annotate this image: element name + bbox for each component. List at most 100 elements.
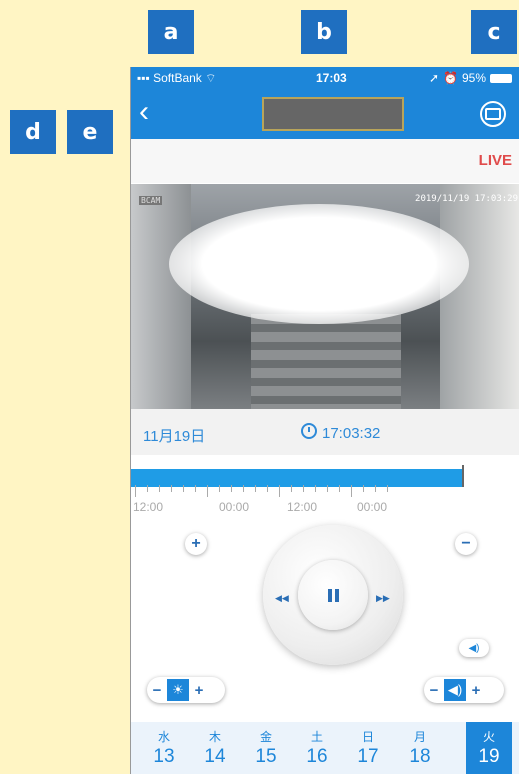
- date-strip: 火12水13木14金15土16日17月18火19: [131, 722, 519, 774]
- battery-indicator: ➚ ⏰ 95%: [429, 71, 512, 85]
- camera-live-view[interactable]: BCAM 2019/11/19 17:03:29: [131, 184, 519, 409]
- callout-c: c: [471, 10, 517, 54]
- calendar-day[interactable]: 火12: [131, 722, 141, 774]
- phone-screen: ▪▪▪ SoftBank ⌔ 17:03 ➚ ⏰ 95% ‹ LIVE BCAM…: [130, 67, 519, 774]
- timeline-tick: [387, 485, 388, 492]
- header-bar: ‹: [131, 89, 519, 139]
- brightness-minus-button[interactable]: −: [147, 682, 167, 699]
- timeline-tick: [291, 485, 292, 492]
- pause-button[interactable]: [298, 560, 368, 630]
- calendar-day[interactable]: 水 13: [141, 722, 187, 774]
- zoom-in-button[interactable]: +: [185, 533, 207, 555]
- calendar-day[interactable]: 日 17: [345, 722, 391, 774]
- pause-icon: [327, 588, 339, 602]
- timeline-tick: [339, 485, 340, 492]
- timeline-ticks: [131, 485, 519, 499]
- timeline-tick: [303, 485, 304, 492]
- zoom-out-button[interactable]: −: [455, 533, 477, 555]
- brightness-control: − ☀ +: [147, 677, 225, 703]
- callout-b: b: [301, 10, 347, 54]
- timeline-tick: [267, 485, 268, 492]
- rewind-button[interactable]: ◀◀: [275, 593, 289, 604]
- timeline-label: 00:00: [357, 500, 388, 514]
- timeline-tick: [315, 485, 316, 492]
- timeline-label: 12:00: [133, 500, 164, 514]
- timeline-label: 12:00: [287, 500, 318, 514]
- volume-control: − ◀) +: [424, 677, 504, 703]
- video-left-wall: [131, 184, 191, 409]
- battery-percent: 95%: [461, 71, 486, 85]
- signal-icon: ▪▪▪: [137, 71, 150, 85]
- signal-indicator: ▪▪▪ SoftBank ⌔: [137, 71, 216, 86]
- timeline-tick: [207, 485, 208, 497]
- current-date: 11月19日: [143, 428, 206, 445]
- live-button[interactable]: LIVE: [479, 152, 512, 169]
- timeline-tick: [159, 485, 160, 492]
- speaker-button[interactable]: ◀): [459, 639, 489, 657]
- timeline-tick: [219, 485, 220, 492]
- calendar-day-number: 14: [204, 746, 226, 767]
- status-time: 17:03: [316, 71, 347, 85]
- alarm-icon: ⏰: [443, 71, 458, 85]
- calendar-day-number: 12: [131, 746, 141, 768]
- timeline-tick: [243, 485, 244, 492]
- calendar-day[interactable]: 火 19: [466, 722, 512, 774]
- status-bar: ▪▪▪ SoftBank ⌔ 17:03 ➚ ⏰ 95%: [131, 67, 519, 89]
- calendar-day-of-week: 日: [361, 730, 374, 744]
- clock-icon: [301, 423, 317, 439]
- calendar-day-of-week: 水: [157, 730, 170, 744]
- calendar-day-of-week: 木: [208, 730, 221, 744]
- back-button[interactable]: ‹: [139, 97, 149, 127]
- volume-minus-button[interactable]: −: [424, 682, 444, 699]
- video-camera-id: BCAM: [139, 196, 163, 205]
- calendar-day[interactable]: 土 16: [294, 722, 340, 774]
- calendar-day-of-week: 金: [259, 730, 272, 744]
- privacy-blur: [169, 204, 469, 324]
- brightness-icon: ☀: [167, 679, 189, 701]
- timeline-tick: [231, 485, 232, 492]
- rewind-icon: ◀◀: [275, 593, 289, 603]
- video-stairs: [251, 314, 401, 409]
- calendar-day-number: 17: [357, 746, 379, 767]
- brightness-plus-button[interactable]: +: [189, 682, 209, 699]
- wifi-icon: ⌔: [205, 71, 217, 85]
- callout-a: a: [148, 10, 194, 54]
- timeline-tick: [363, 485, 364, 492]
- folder-button[interactable]: [480, 101, 506, 127]
- calendar-day[interactable]: 月 18: [397, 722, 443, 774]
- fast-forward-icon: ▶▶: [376, 593, 390, 603]
- timeline-tick: [195, 485, 196, 492]
- speaker-icon: ◀): [468, 642, 480, 654]
- timeline-tick: [279, 485, 280, 497]
- current-time: 17:03:32: [322, 425, 381, 442]
- calendar-day-of-week: 月: [413, 730, 426, 744]
- calendar-day[interactable]: 金 15: [243, 722, 289, 774]
- calendar-day-number: 19: [478, 746, 500, 767]
- calendar-day-of-week: 火: [131, 728, 141, 745]
- live-row: LIVE: [131, 139, 519, 183]
- calendar-day[interactable]: 木 14: [192, 722, 238, 774]
- timeline-tick: [183, 485, 184, 492]
- callout-d: d: [10, 110, 56, 154]
- timeline-label: 00:00: [219, 500, 250, 514]
- date-time-bar: 11月19日 17:03:32: [131, 409, 519, 455]
- fast-forward-button[interactable]: ▶▶: [376, 593, 390, 604]
- location-icon: ➚: [428, 71, 440, 85]
- battery-icon: [490, 73, 512, 83]
- calendar-day-number: 15: [255, 746, 277, 767]
- calendar-day-number: 18: [409, 746, 431, 767]
- carrier-label: SoftBank: [153, 71, 202, 85]
- timeline-playhead[interactable]: [462, 465, 464, 487]
- calendar-day-number: 13: [153, 746, 175, 767]
- calendar-day-number: 16: [306, 746, 328, 767]
- calendar-day-of-week: 土: [310, 730, 323, 744]
- video-right-wall: [440, 184, 519, 409]
- timeline-tick: [375, 485, 376, 492]
- video-timestamp: 2019/11/19 17:03:29: [415, 194, 518, 204]
- timeline-tick: [351, 485, 352, 497]
- timeline-tick: [147, 485, 148, 492]
- volume-plus-button[interactable]: +: [466, 682, 486, 699]
- timeline-tick: [171, 485, 172, 492]
- timeline-tick: [135, 485, 136, 497]
- camera-name-redacted: [262, 97, 404, 131]
